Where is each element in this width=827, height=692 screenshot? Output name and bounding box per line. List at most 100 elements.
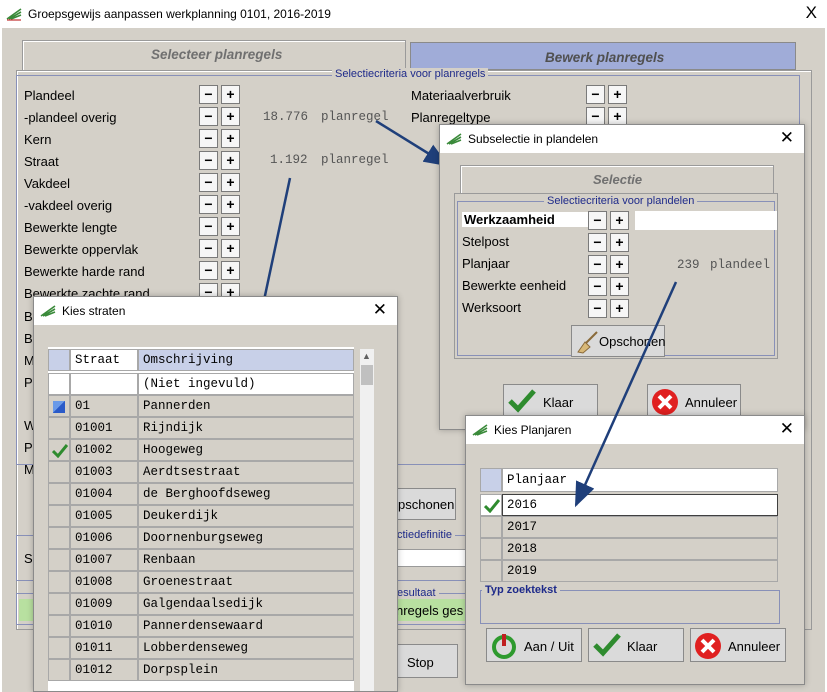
- table-row-planjaar[interactable]: 2017: [502, 516, 778, 538]
- cancel-icon: [695, 633, 721, 659]
- table-row-straat[interactable]: 01007: [70, 549, 138, 571]
- planjaren-close-icon[interactable]: ✕: [780, 419, 794, 439]
- row-select-checkbox[interactable]: [480, 560, 502, 582]
- table-row-omschrijving[interactable]: Pannerden: [138, 395, 354, 417]
- minus-button[interactable]: −: [588, 299, 607, 318]
- sub-criteria-caption: Selectiecriteria voor plandelen: [544, 195, 698, 207]
- table-row-omschrijving[interactable]: Pannerdensewaard: [138, 615, 354, 637]
- sub-row-label: Stelpost: [462, 234, 509, 249]
- zoektekst-caption: Typ zoektekst: [482, 584, 560, 596]
- table-row-straat[interactable]: 01002: [70, 439, 138, 461]
- row-select-checkbox[interactable]: [48, 527, 70, 549]
- straten-title: Kies straten: [62, 304, 126, 318]
- sub-titlebar: Subselectie in plandelen ✕: [440, 125, 804, 153]
- aan-uit-button[interactable]: Aan / Uit: [486, 628, 582, 662]
- table-row-straat[interactable]: 01006: [70, 527, 138, 549]
- table-row-omschrijving[interactable]: Groenestraat: [138, 571, 354, 593]
- table-row-straat[interactable]: 01003: [70, 461, 138, 483]
- plus-button[interactable]: +: [610, 299, 629, 318]
- sub-klaar-button[interactable]: Klaar: [503, 384, 598, 418]
- table-row-omschrijving[interactable]: Renbaan: [138, 549, 354, 571]
- table-row-omschrijving[interactable]: Deukerdijk: [138, 505, 354, 527]
- planjaren-klaar-button[interactable]: Klaar: [588, 628, 684, 662]
- straten-header-omschrijving[interactable]: Omschrijving: [138, 349, 354, 371]
- sub-row-label: Planjaar: [462, 256, 510, 271]
- table-row-omschrijving[interactable]: Lobberdenseweg: [138, 637, 354, 659]
- row-select-checkbox[interactable]: [48, 549, 70, 571]
- table-row-omschrijving[interactable]: Galgendaalsedijk: [138, 593, 354, 615]
- planjaren-client: Planjaar 2016 2017 2018 2019 Typ zoektekst …: [466, 444, 804, 684]
- row-select-checkbox[interactable]: [48, 373, 70, 395]
- table-row-straat[interactable]: 01009: [70, 593, 138, 615]
- werkzaamheid-field[interactable]: [635, 211, 777, 230]
- table-row-omschrijving[interactable]: Hoogeweg: [138, 439, 354, 461]
- row-select-checkbox[interactable]: [48, 439, 70, 461]
- table-row-straat[interactable]: 01010: [70, 615, 138, 637]
- table-row-straat[interactable]: 01: [70, 395, 138, 417]
- app-logo-icon: [40, 305, 56, 317]
- row-select-checkbox[interactable]: [48, 637, 70, 659]
- sub-title: Subselectie in plandelen: [468, 132, 599, 146]
- check-icon: [484, 499, 500, 513]
- table-row-planjaar[interactable]: 2016: [502, 494, 778, 516]
- row-select-checkbox[interactable]: [48, 615, 70, 637]
- table-row-omschrijving[interactable]: Rijndijk: [138, 417, 354, 439]
- table-row-omschrijving[interactable]: Aerdtsestraat: [138, 461, 354, 483]
- sub-client: Selectie Selectiecriteria voor plandelen…: [440, 153, 804, 429]
- row-select-checkbox[interactable]: [480, 538, 502, 560]
- table-row-straat[interactable]: 01005: [70, 505, 138, 527]
- row-select-checkbox[interactable]: [48, 483, 70, 505]
- minus-button[interactable]: −: [588, 255, 607, 274]
- check-icon: [593, 633, 621, 657]
- straten-titlebar: Kies straten ✕: [34, 297, 397, 325]
- table-row-omschrijving[interactable]: Dorpsplein: [138, 659, 354, 681]
- table-row-straat[interactable]: 01012: [70, 659, 138, 681]
- planjaren-title: Kies Planjaren: [494, 423, 572, 437]
- scroll-up-arrow-icon[interactable]: ▲: [362, 351, 371, 361]
- straten-close-icon[interactable]: ✕: [373, 300, 387, 320]
- row-select-checkbox[interactable]: [48, 659, 70, 681]
- straten-scrollbar[interactable]: ▲: [360, 349, 374, 691]
- row-select-checkbox[interactable]: [48, 395, 70, 417]
- sub-opschonen-button[interactable]: Opschonen: [571, 325, 666, 357]
- planjaren-header-planjaar[interactable]: Planjaar: [502, 468, 778, 492]
- sub-row-label: Bewerkte eenheid: [462, 278, 567, 293]
- table-row-omschrijving[interactable]: de Berghoofdseweg: [138, 483, 354, 505]
- table-row-straat[interactable]: 01001: [70, 417, 138, 439]
- row-select-checkbox[interactable]: [48, 505, 70, 527]
- row-select-checkbox[interactable]: [480, 494, 502, 516]
- row-select-checkbox[interactable]: [48, 571, 70, 593]
- table-row-straat[interactable]: 01004: [70, 483, 138, 505]
- button-label: Klaar: [627, 639, 658, 654]
- planjaren-header-select: [480, 468, 502, 492]
- tab-label: Selectie: [593, 172, 643, 187]
- minus-button[interactable]: −: [588, 277, 607, 296]
- sub-annuleer-button[interactable]: Annuleer: [647, 384, 741, 418]
- sub-count-number: 239: [677, 258, 700, 272]
- plus-button[interactable]: +: [610, 255, 629, 274]
- tab-selectie[interactable]: Selectie: [460, 165, 774, 193]
- row-select-checkbox[interactable]: [48, 417, 70, 439]
- power-icon: [492, 634, 516, 659]
- table-row-straat[interactable]: 01008: [70, 571, 138, 593]
- row-select-checkbox[interactable]: [48, 461, 70, 483]
- scroll-thumb[interactable]: [361, 365, 373, 385]
- table-row-straat[interactable]: [70, 373, 138, 395]
- row-select-checkbox[interactable]: [48, 593, 70, 615]
- plus-button[interactable]: +: [610, 211, 629, 230]
- row-select-checkbox[interactable]: [480, 516, 502, 538]
- table-row-planjaar[interactable]: 2018: [502, 538, 778, 560]
- planjaren-annuleer-button[interactable]: Annuleer: [690, 628, 786, 662]
- table-row-omschrijving[interactable]: Doornenburgseweg: [138, 527, 354, 549]
- plus-button[interactable]: +: [610, 277, 629, 296]
- sub-close-icon[interactable]: ✕: [780, 128, 794, 148]
- button-label: Annuleer: [685, 395, 738, 410]
- minus-button[interactable]: −: [588, 211, 607, 230]
- table-row-planjaar[interactable]: 2019: [502, 560, 778, 582]
- straten-header-straat[interactable]: Straat: [70, 349, 138, 371]
- straten-header-select: [48, 349, 70, 371]
- table-row-straat[interactable]: 01011: [70, 637, 138, 659]
- table-row-omschrijving[interactable]: (Niet ingevuld): [138, 373, 354, 395]
- minus-button[interactable]: −: [588, 233, 607, 252]
- plus-button[interactable]: +: [610, 233, 629, 252]
